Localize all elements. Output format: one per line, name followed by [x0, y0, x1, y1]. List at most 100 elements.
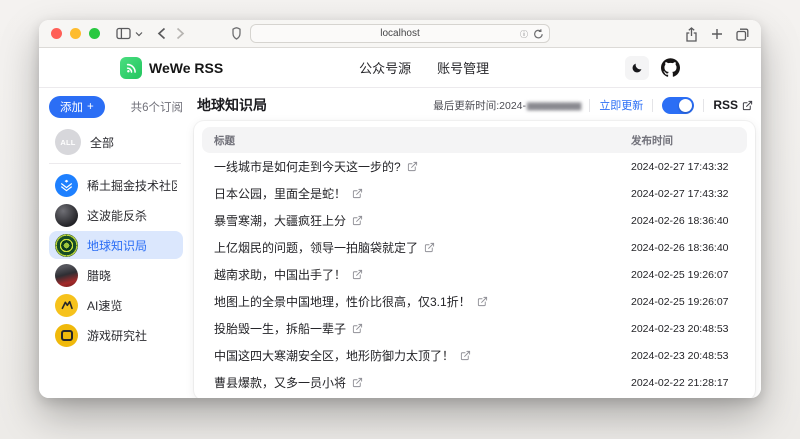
- rss-link-label: RSS: [713, 98, 738, 112]
- mountain-icon: [59, 297, 75, 313]
- back-button-icon[interactable]: [157, 27, 166, 40]
- new-tab-icon[interactable]: [711, 28, 723, 40]
- article-title[interactable]: 曹县爆款，又多一员小将: [214, 374, 346, 391]
- sidebar-toggle-icon[interactable]: [116, 27, 131, 40]
- article-publish-time: 2024-02-26 18:36:40: [631, 242, 747, 254]
- article-title[interactable]: 暴雪寒潮，大疆疯狂上分: [214, 212, 346, 229]
- article-row[interactable]: 中国这四大寒潮安全区，地形防御力太顶了！ 2024-02-23 20:48:53: [202, 342, 747, 369]
- sidebar-subscription-item[interactable]: AI速览: [49, 291, 183, 319]
- external-link-icon[interactable]: [352, 377, 363, 388]
- subscription-count: 共6个订阅: [131, 99, 183, 115]
- external-link-icon[interactable]: [424, 242, 435, 253]
- table-body: 一线城市是如何走到今天这一步的? 2024-02-27 17:43:32 日本公…: [202, 153, 747, 396]
- external-link-icon[interactable]: [352, 323, 363, 334]
- feed-enabled-toggle[interactable]: [662, 97, 694, 114]
- article-title[interactable]: 越南求助，中国出手了！: [214, 266, 346, 283]
- redacted-timestamp: ▆▆▆▆▆▆▆▆▆: [527, 100, 580, 111]
- article-title[interactable]: 地图上的全景中国地理，性价比很高，仅3.1折！: [214, 293, 471, 310]
- forward-button-icon[interactable]: [176, 27, 185, 40]
- external-link-icon[interactable]: [352, 188, 363, 199]
- article-title[interactable]: 中国这四大寒潮安全区，地形防御力太顶了！: [214, 347, 454, 364]
- subscription-label: 地球知识局: [87, 237, 147, 254]
- zoom-window-button[interactable]: [89, 28, 100, 39]
- browser-toolbar: localhost ⓘ: [39, 20, 761, 48]
- subscription-list: ALL 全部 稀土掘金技术社区 这波能反杀 地球知识局: [49, 128, 183, 349]
- external-link-icon[interactable]: [352, 215, 363, 226]
- app-nav: 公众号源 账号管理: [223, 58, 625, 77]
- reload-icon[interactable]: [533, 28, 544, 43]
- external-link-icon[interactable]: [352, 269, 363, 280]
- close-window-button[interactable]: [51, 28, 62, 39]
- article-publish-time: 2024-02-23 20:48:53: [631, 323, 747, 335]
- subscription-sidebar: 添加+ 共6个订阅 ALL 全部 稀土掘金技术社区 这波能反杀: [39, 88, 189, 398]
- address-bar-url: localhost: [380, 28, 419, 39]
- subscription-avatar: [55, 174, 78, 197]
- divider: [589, 99, 590, 112]
- article-title-cell: 曹县爆款，又多一员小将: [202, 374, 631, 391]
- chevron-down-icon[interactable]: [135, 31, 143, 37]
- article-row[interactable]: 日本公园，里面全是蛇！ 2024-02-27 17:43:32: [202, 180, 747, 207]
- divider: [703, 99, 704, 112]
- browser-window: localhost ⓘ WeWe RSS: [39, 20, 761, 398]
- game-square-icon: [61, 330, 73, 341]
- rss-link[interactable]: RSS: [713, 98, 753, 112]
- article-row[interactable]: 暴雪寒潮，大疆疯狂上分 2024-02-26 18:36:40: [202, 207, 747, 234]
- article-title-cell: 地图上的全景中国地理，性价比很高，仅3.1折！: [202, 293, 631, 310]
- sidebar-subscription-item[interactable]: 稀土掘金技术社区: [49, 171, 183, 199]
- article-publish-time: 2024-02-26 18:36:40: [631, 215, 747, 227]
- privacy-shield-icon[interactable]: [232, 27, 241, 45]
- subscription-avatar: [55, 324, 78, 347]
- article-publish-time: 2024-02-23 20:48:53: [631, 350, 747, 362]
- share-icon[interactable]: [685, 27, 698, 42]
- sidebar-subscription-item[interactable]: 游戏研究社: [49, 321, 183, 349]
- article-title-cell: 上亿烟民的问题，领导一拍脑袋就定了: [202, 239, 631, 256]
- article-title[interactable]: 上亿烟民的问题，领导一拍脑袋就定了: [214, 239, 418, 256]
- sidebar-subscription-item[interactable]: ALL 全部: [49, 128, 183, 156]
- article-row[interactable]: 地图上的全景中国地理，性价比很高，仅3.1折！ 2024-02-25 19:26…: [202, 288, 747, 315]
- article-row[interactable]: 曹县爆款，又多一员小将 2024-02-22 21:28:17: [202, 369, 747, 396]
- tab-overview-icon[interactable]: [736, 28, 749, 41]
- avatar-text: ALL: [60, 138, 75, 147]
- article-row[interactable]: 一线城市是如何走到今天这一步的? 2024-02-27 17:43:32: [202, 153, 747, 180]
- sidebar-subscription-item[interactable]: 腊晓: [49, 261, 183, 289]
- column-header-title: 标题: [202, 133, 631, 148]
- add-subscription-button[interactable]: 添加+: [49, 96, 105, 118]
- add-button-label: 添加: [60, 99, 83, 115]
- article-title[interactable]: 一线城市是如何走到今天这一步的?: [214, 158, 401, 175]
- minimize-window-button[interactable]: [70, 28, 81, 39]
- article-title-cell: 中国这四大寒潮安全区，地形防御力太顶了！: [202, 347, 631, 364]
- traffic-lights: [51, 28, 100, 39]
- sidebar-subscription-item[interactable]: 地球知识局: [49, 231, 183, 259]
- subscription-label: 这波能反杀: [87, 207, 147, 224]
- feed-title: 地球知识局: [197, 95, 267, 115]
- article-row[interactable]: 越南求助，中国出手了！ 2024-02-25 19:26:07: [202, 261, 747, 288]
- article-title[interactable]: 投胎毁一生，拆船一辈子: [214, 320, 346, 337]
- article-publish-time: 2024-02-25 19:26:07: [631, 269, 747, 281]
- external-link-icon[interactable]: [460, 350, 471, 361]
- article-publish-time: 2024-02-27 17:43:32: [631, 188, 747, 200]
- external-link-icon[interactable]: [407, 161, 418, 172]
- nav-item-feeds[interactable]: 公众号源: [359, 58, 411, 77]
- subscription-label: AI速览: [87, 297, 122, 314]
- article-title[interactable]: 日本公园，里面全是蛇！: [214, 185, 346, 202]
- rss-logo-icon: [120, 57, 142, 79]
- article-row[interactable]: 投胎毁一生，拆船一辈子 2024-02-23 20:48:53: [202, 315, 747, 342]
- privacy-report-icon[interactable]: ⓘ: [520, 29, 528, 40]
- external-link-icon[interactable]: [477, 296, 488, 307]
- github-icon[interactable]: [661, 58, 680, 77]
- article-row[interactable]: 上亿烟民的问题，领导一拍脑袋就定了 2024-02-26 18:36:40: [202, 234, 747, 261]
- article-publish-time: 2024-02-27 17:43:32: [631, 161, 747, 173]
- subscription-label: 全部: [90, 134, 114, 151]
- nav-item-accounts[interactable]: 账号管理: [437, 58, 489, 77]
- table-header: 标题 发布时间: [202, 127, 747, 153]
- dark-mode-toggle-button[interactable]: [625, 56, 649, 80]
- article-table-card: 标题 发布时间 一线城市是如何走到今天这一步的? 2024-02-27 17:4…: [194, 121, 755, 398]
- refresh-now-link[interactable]: 立即更新: [599, 97, 643, 113]
- address-bar[interactable]: localhost ⓘ: [250, 24, 550, 43]
- divider: [652, 99, 653, 112]
- column-header-time: 发布时间: [631, 133, 747, 148]
- article-title-cell: 日本公园，里面全是蛇！: [202, 185, 631, 202]
- app-brand[interactable]: WeWe RSS: [120, 57, 223, 79]
- sidebar-divider: [49, 163, 181, 164]
- sidebar-subscription-item[interactable]: 这波能反杀: [49, 201, 183, 229]
